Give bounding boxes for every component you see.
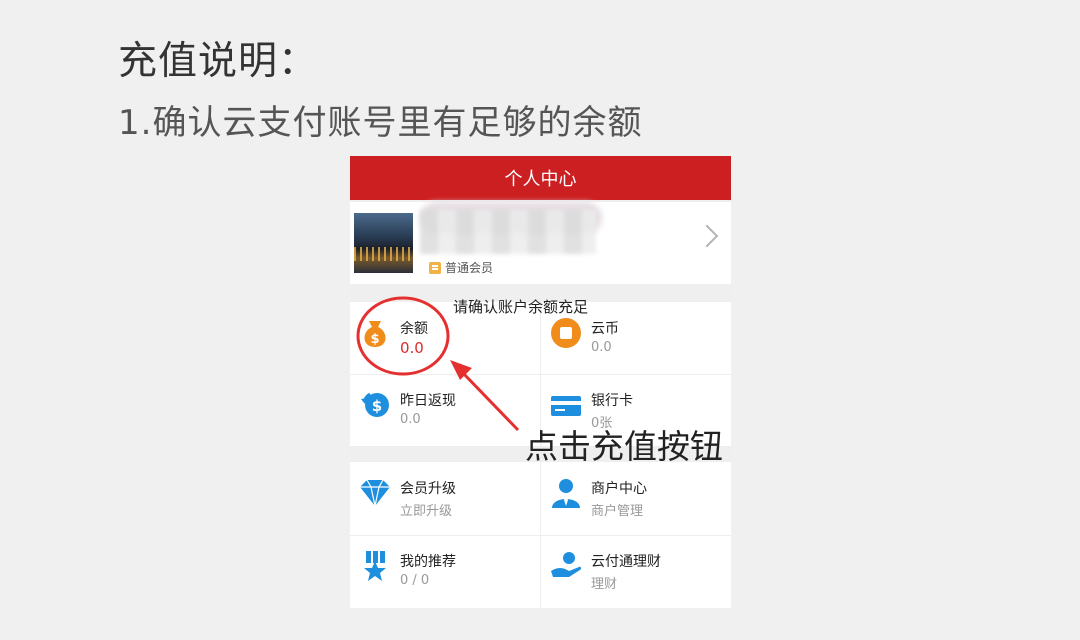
highlight-circle [356, 296, 450, 376]
annotation-arrow-line [460, 370, 520, 432]
click-recharge-note: 点击充值按钮 [525, 427, 723, 466]
annotation-overlay [356, 296, 520, 432]
